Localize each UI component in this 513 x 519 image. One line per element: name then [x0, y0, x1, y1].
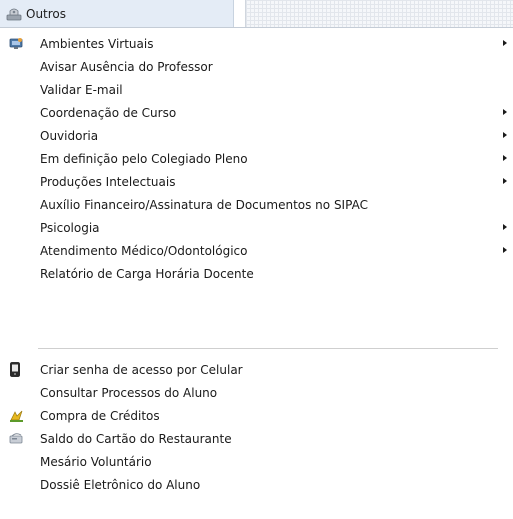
menu-item-psicologia[interactable]: Psicologia	[0, 216, 513, 239]
menu-item-criar-senha-celular[interactable]: Criar senha de acesso por Celular	[0, 358, 513, 381]
menu-item-compra-creditos[interactable]: Compra de Créditos	[0, 404, 513, 427]
menu-item-avisar-ausencia[interactable]: Avisar Ausência do Professor	[0, 55, 513, 78]
menu-item-label: Auxílio Financeiro/Assinatura de Documen…	[40, 197, 368, 212]
submenu-arrow-icon	[503, 109, 507, 115]
menu-item-label: Compra de Créditos	[40, 408, 160, 423]
menu-item-ouvidoria[interactable]: Ouvidoria	[0, 124, 513, 147]
restaurant-card-icon	[9, 427, 31, 450]
menu-item-ambientes-virtuais[interactable]: Ambientes Virtuais	[0, 32, 513, 55]
menu-item-label: Ambientes Virtuais	[40, 36, 154, 51]
menu-item-label: Relatório de Carga Horária Docente	[40, 266, 254, 281]
menu-item-label: Consultar Processos do Aluno	[40, 385, 218, 400]
menu-item-label: Validar E-mail	[40, 82, 123, 97]
submenu-arrow-icon	[503, 155, 507, 161]
menu-item-label: Ouvidoria	[40, 128, 99, 143]
menu-item-mesario-voluntario[interactable]: Mesário Voluntário	[0, 450, 513, 473]
outros-dropdown-menu: Ambientes Virtuais Avisar Ausência do Pr…	[0, 27, 513, 519]
mobile-phone-icon	[9, 358, 31, 381]
virtual-environment-icon	[9, 32, 31, 55]
menu-item-label: Avisar Ausência do Professor	[40, 59, 213, 74]
menu-item-auxilio-financeiro[interactable]: Auxílio Financeiro/Assinatura de Documen…	[0, 193, 513, 216]
menu-item-label: Em definição pelo Colegiado Pleno	[40, 151, 248, 166]
menu-item-saldo-cartao[interactable]: Saldo do Cartão do Restaurante	[0, 427, 513, 450]
outros-tab-icon	[5, 5, 23, 23]
credit-purchase-icon	[9, 404, 31, 427]
submenu-arrow-icon	[503, 224, 507, 230]
header-pattern-area	[245, 0, 513, 27]
menu-bar: Outros	[0, 0, 513, 27]
outros-menu-screen: Outros Ambientes Virtuais Avisar Ausênci…	[0, 0, 513, 519]
menu-item-coordenacao-curso[interactable]: Coordenação de Curso	[0, 101, 513, 124]
tab-outros-label: Outros	[26, 6, 67, 21]
menu-item-label: Saldo do Cartão do Restaurante	[40, 431, 232, 446]
menu-item-label: Psicologia	[40, 220, 100, 235]
menu-item-dossie-eletronico[interactable]: Dossiê Eletrônico do Aluno	[0, 473, 513, 496]
menu-item-validar-email[interactable]: Validar E-mail	[0, 78, 513, 101]
submenu-arrow-icon	[503, 40, 507, 46]
menu-item-producoes-intelectuais[interactable]: Produções Intelectuais	[0, 170, 513, 193]
menu-item-label: Atendimento Médico/Odontológico	[40, 243, 248, 258]
menu-item-em-definicao[interactable]: Em definição pelo Colegiado Pleno	[0, 147, 513, 170]
submenu-arrow-icon	[503, 178, 507, 184]
menu-item-label: Produções Intelectuais	[40, 174, 176, 189]
submenu-arrow-icon	[503, 247, 507, 253]
menu-item-atendimento-medico[interactable]: Atendimento Médico/Odontológico	[0, 239, 513, 262]
menu-item-relatorio-carga[interactable]: Relatório de Carga Horária Docente	[0, 262, 513, 285]
submenu-arrow-icon	[503, 132, 507, 138]
menu-item-label: Criar senha de acesso por Celular	[40, 362, 243, 377]
menu-item-label: Dossiê Eletrônico do Aluno	[40, 477, 201, 492]
tab-outros[interactable]: Outros	[0, 0, 234, 27]
menu-item-label: Mesário Voluntário	[40, 454, 152, 469]
menu-separator	[38, 348, 498, 349]
menu-item-consultar-processos[interactable]: Consultar Processos do Aluno	[0, 381, 513, 404]
menu-item-label: Coordenação de Curso	[40, 105, 177, 120]
